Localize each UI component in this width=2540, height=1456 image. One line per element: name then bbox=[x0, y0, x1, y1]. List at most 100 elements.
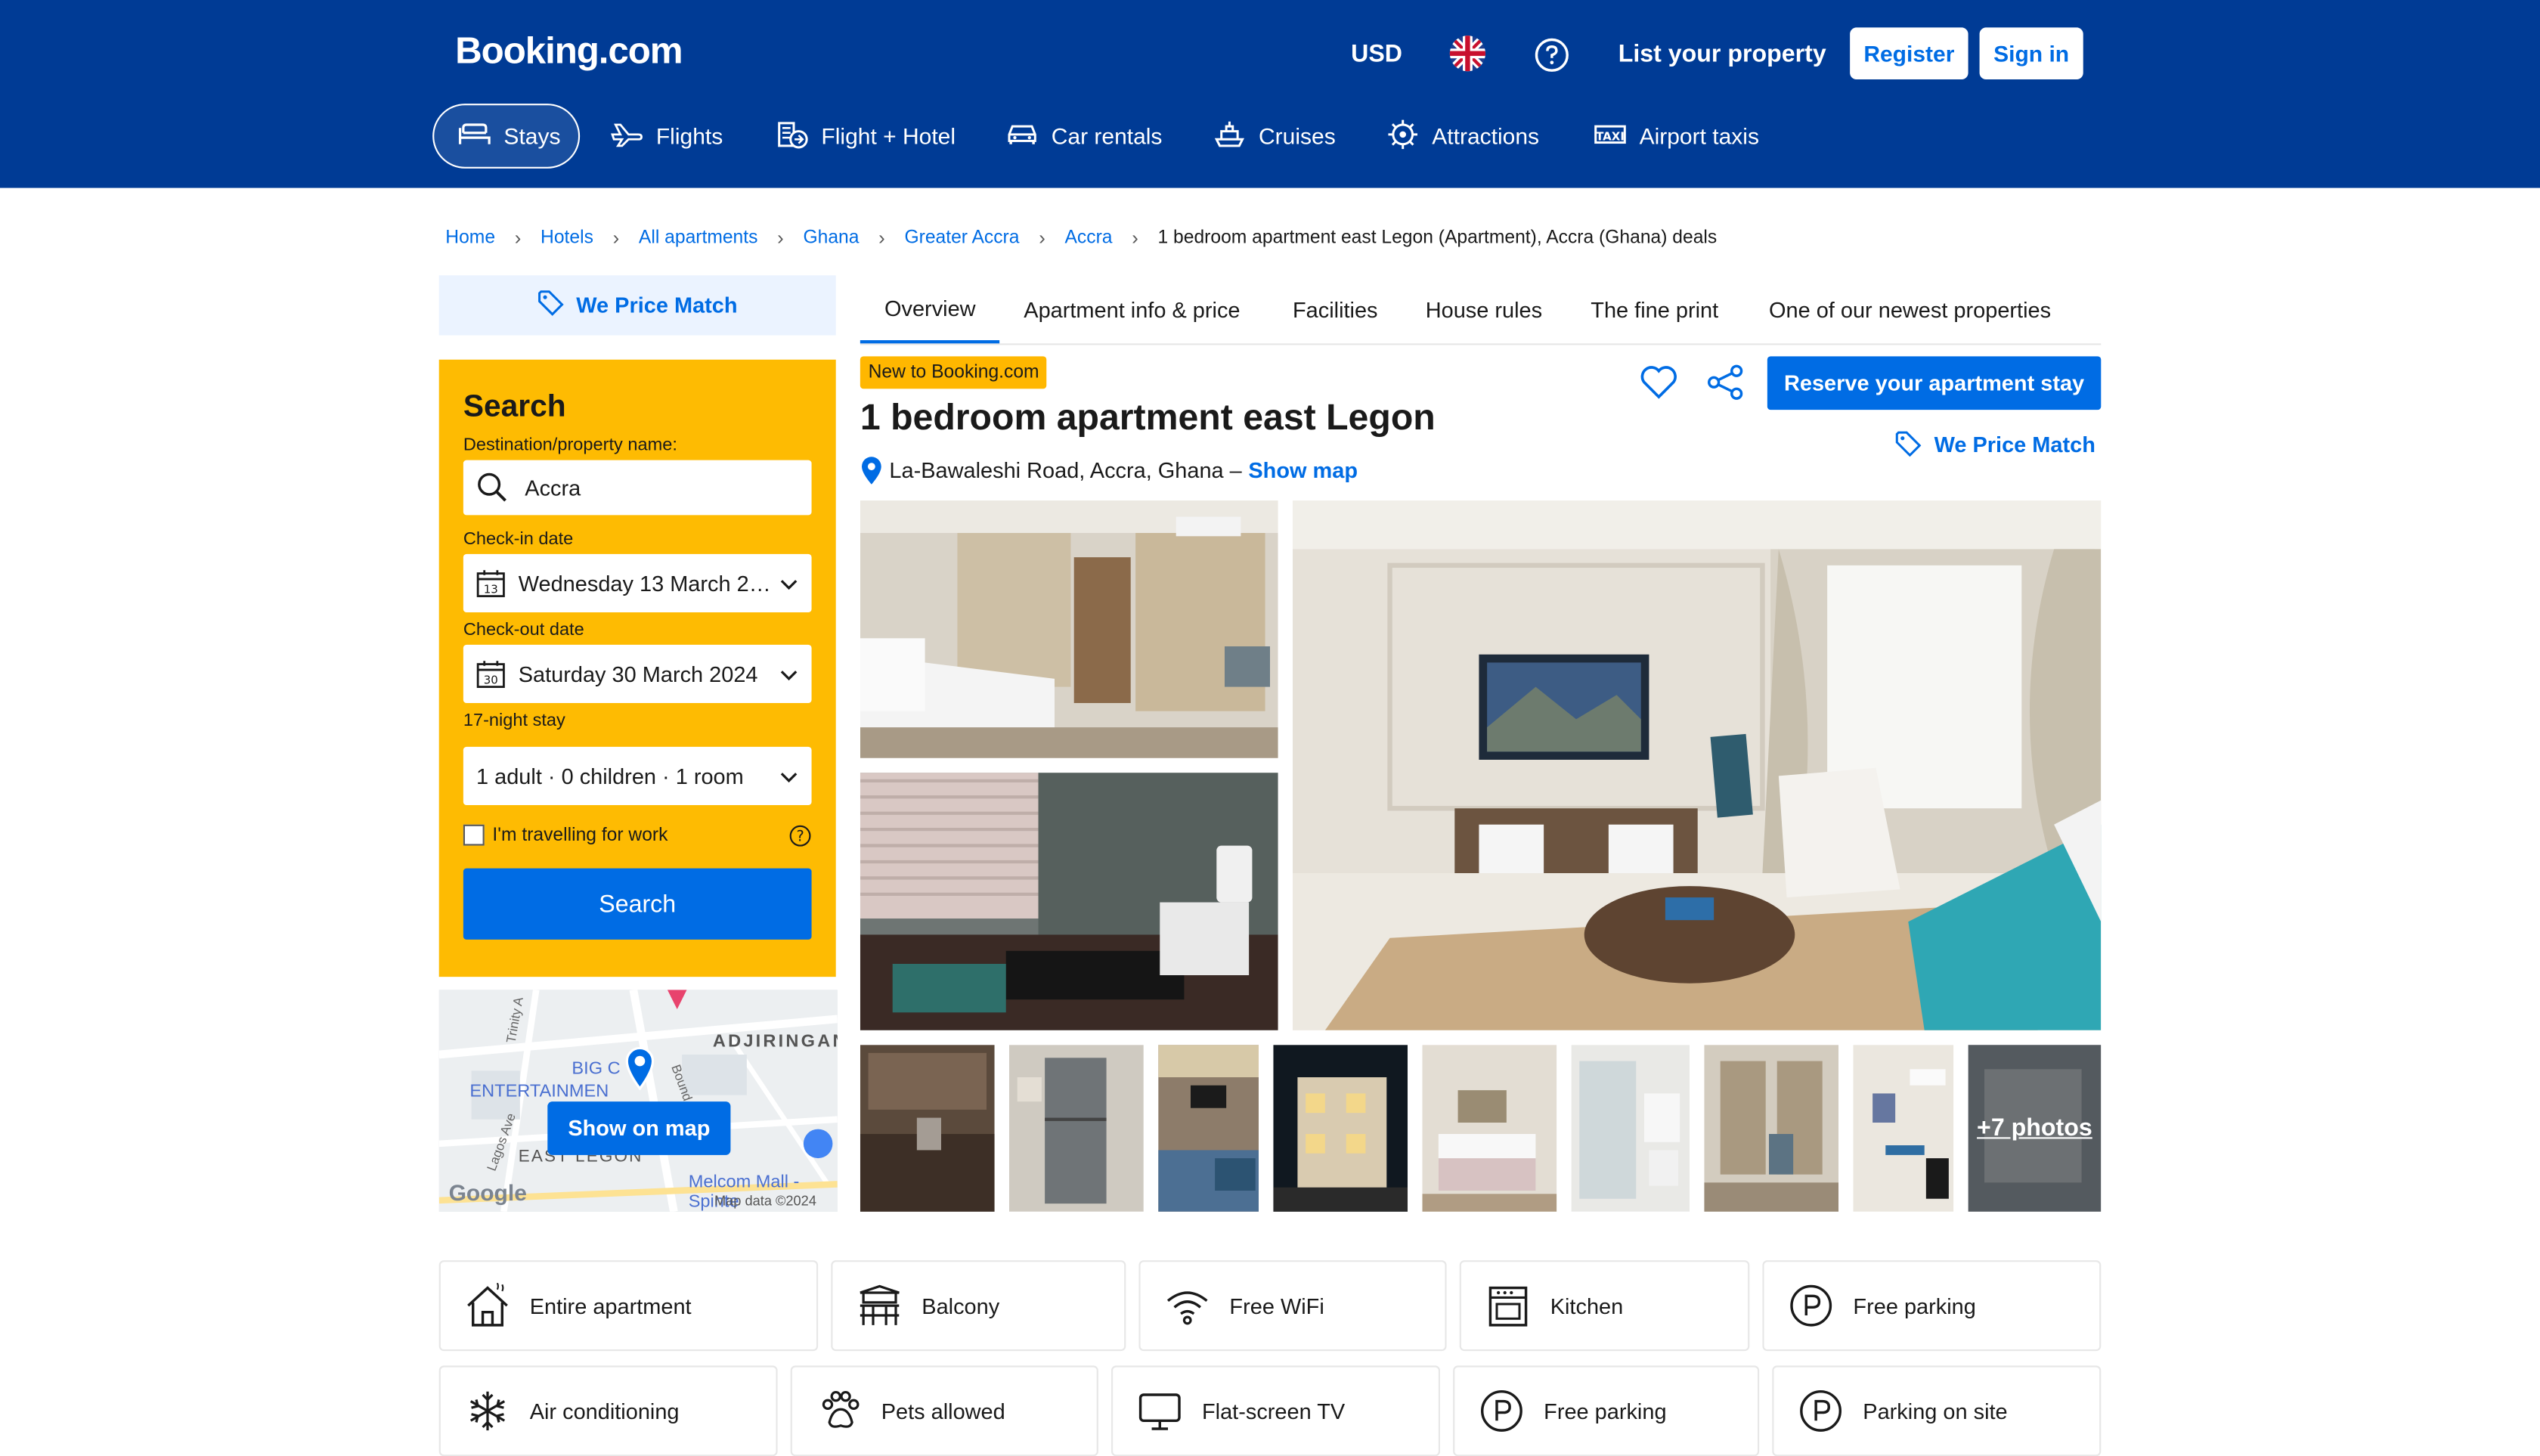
kitchen-icon bbox=[1485, 1283, 1531, 1328]
tab-house-rules[interactable]: House rules bbox=[1402, 275, 1567, 343]
register-button[interactable]: Register bbox=[1850, 27, 1968, 79]
sign-in-button[interactable]: Sign in bbox=[1979, 27, 2083, 79]
work-travel-checkbox[interactable] bbox=[463, 824, 485, 846]
tab-apartment-info-price[interactable]: Apartment info & price bbox=[999, 275, 1265, 343]
facility-item: Flat-screen TV bbox=[1111, 1365, 1440, 1456]
facility-label: Free WiFi bbox=[1229, 1293, 1324, 1318]
facility-label: Kitchen bbox=[1550, 1293, 1624, 1318]
breadcrumb-accra[interactable]: Accra bbox=[1064, 228, 1112, 248]
show-on-map-button[interactable]: Show on map bbox=[547, 1101, 731, 1155]
ship-icon bbox=[1213, 119, 1246, 153]
facility-label: Air conditioning bbox=[529, 1399, 680, 1423]
nav-attractions[interactable]: Attractions bbox=[1362, 104, 1563, 169]
price-match-link[interactable]: We Price Match bbox=[1895, 431, 2096, 457]
tab-newest-properties[interactable]: One of our newest properties bbox=[1745, 275, 2075, 343]
tv-icon bbox=[1137, 1388, 1182, 1433]
facility-item: Air conditioning bbox=[438, 1365, 778, 1456]
breadcrumb: Home › Hotels › All apartments › Ghana › Gre… bbox=[445, 227, 1717, 249]
photo-thumbnail[interactable] bbox=[1009, 1045, 1144, 1212]
svg-text:13: 13 bbox=[484, 582, 498, 596]
price-tag-icon bbox=[537, 290, 564, 321]
photo-thumbnail[interactable] bbox=[1704, 1045, 1839, 1212]
chevron-down-icon bbox=[779, 661, 799, 686]
stay-length: 17-night stay bbox=[463, 711, 565, 731]
breadcrumb-greater-accra[interactable]: Greater Accra bbox=[904, 228, 1019, 248]
parking-icon bbox=[1789, 1283, 1834, 1328]
photo-kitchen[interactable] bbox=[860, 773, 1278, 1030]
facility-label: Flat-screen TV bbox=[1202, 1399, 1346, 1423]
photo-thumbnail[interactable] bbox=[1158, 1045, 1259, 1212]
guests-selector[interactable]: 1 adult · 0 children · 1 room bbox=[463, 746, 812, 805]
nav-flights[interactable]: Flights bbox=[587, 104, 748, 169]
photo-thumbnail[interactable] bbox=[1422, 1045, 1557, 1212]
checkout-label: Check-out date bbox=[463, 620, 584, 640]
share-icon[interactable] bbox=[1705, 364, 1744, 408]
map-label: ENTERTAINMEN bbox=[469, 1082, 609, 1102]
photo-living-room[interactable] bbox=[1293, 500, 2102, 1030]
photo-thumbnail[interactable] bbox=[1571, 1045, 1690, 1212]
nav-car-rentals[interactable]: Car rentals bbox=[982, 104, 1187, 169]
checkout-date-field[interactable]: 30 Saturday 30 March 2024 bbox=[463, 644, 812, 703]
photo-bedroom[interactable] bbox=[860, 500, 1278, 758]
svg-text:30: 30 bbox=[484, 673, 498, 686]
parking-icon bbox=[1479, 1388, 1524, 1433]
bed-icon bbox=[458, 121, 491, 152]
show-map-link[interactable]: Show map bbox=[1248, 458, 1358, 482]
work-travel-option: I'm travelling for work bbox=[463, 824, 668, 846]
nav-flights-label: Flights bbox=[655, 122, 723, 150]
nav-flight-hotel[interactable]: Flight + Hotel bbox=[751, 104, 980, 169]
nav-stays[interactable]: Stays bbox=[432, 104, 581, 169]
breadcrumb-all-apartments[interactable]: All apartments bbox=[639, 228, 758, 248]
destination-input[interactable]: Accra bbox=[463, 460, 812, 516]
facility-item: Pets allowed bbox=[790, 1365, 1098, 1456]
chevron-down-icon bbox=[779, 571, 799, 595]
info-icon[interactable]: ? bbox=[789, 825, 812, 856]
map-pin-icon bbox=[624, 1045, 656, 1098]
facility-label: Balcony bbox=[922, 1293, 1000, 1318]
balcony-icon bbox=[857, 1283, 903, 1328]
google-logo: Google bbox=[448, 1179, 527, 1206]
new-property-badge: New to Booking.com bbox=[860, 356, 1048, 389]
photo-thumbnail[interactable] bbox=[860, 1045, 995, 1212]
tab-facilities[interactable]: Facilities bbox=[1268, 275, 1402, 343]
tab-overview[interactable]: Overview bbox=[860, 275, 1000, 344]
breadcrumb-home[interactable]: Home bbox=[445, 228, 495, 248]
booking-logo[interactable]: Booking.com bbox=[455, 29, 683, 73]
nav-airport-taxis[interactable]: TAXI Airport taxis bbox=[1569, 104, 1783, 169]
price-match-label: We Price Match bbox=[1934, 432, 2096, 457]
breadcrumb-ghana[interactable]: Ghana bbox=[803, 228, 859, 248]
calendar-icon: 30 bbox=[476, 659, 506, 689]
tab-fine-print[interactable]: The fine print bbox=[1566, 275, 1742, 343]
currency-selector[interactable]: USD bbox=[1351, 41, 1402, 68]
house-icon bbox=[465, 1283, 510, 1328]
uk-flag-icon[interactable] bbox=[1448, 34, 1487, 81]
facility-item: Free parking bbox=[1453, 1365, 1760, 1456]
nav-attractions-label: Attractions bbox=[1432, 122, 1540, 150]
search-button[interactable]: Search bbox=[463, 868, 812, 940]
photo-thumbnail[interactable] bbox=[1853, 1045, 1954, 1212]
list-property-link[interactable]: List your property bbox=[1618, 41, 1826, 68]
checkin-date-field[interactable]: 13 Wednesday 13 March 2… bbox=[463, 553, 812, 612]
guests-value: 1 adult · 0 children · 1 room bbox=[476, 764, 744, 788]
more-photos-thumbnail[interactable]: +7 photos bbox=[1968, 1045, 2102, 1212]
flight-hotel-icon bbox=[776, 119, 808, 153]
chevron-right-icon: › bbox=[878, 227, 885, 249]
photo-thumbnail[interactable] bbox=[1273, 1045, 1408, 1212]
map-preview[interactable]: ADJIRINGAN BIG C ENTERTAINMEN EAST LEGON… bbox=[438, 990, 838, 1212]
facility-label: Free parking bbox=[1544, 1399, 1667, 1423]
address-text: La-Bawaleshi Road, Accra, Ghana – bbox=[889, 458, 1242, 483]
facility-item: Kitchen bbox=[1459, 1260, 1750, 1352]
calendar-icon: 13 bbox=[476, 568, 506, 598]
price-match-banner[interactable]: We Price Match bbox=[438, 275, 836, 336]
paw-icon bbox=[816, 1388, 862, 1433]
breadcrumb-hotels[interactable]: Hotels bbox=[541, 228, 593, 248]
chevron-right-icon: › bbox=[514, 227, 522, 249]
top-header: Booking.com USD List your property Regis… bbox=[0, 0, 2540, 188]
help-icon[interactable] bbox=[1534, 37, 1569, 81]
nav-cruises[interactable]: Cruises bbox=[1189, 104, 1360, 169]
heart-icon[interactable] bbox=[1640, 364, 1678, 408]
map-attribution: Map data ©2024 bbox=[714, 1192, 816, 1209]
checkin-label: Check-in date bbox=[463, 529, 574, 550]
chevron-down-icon bbox=[779, 764, 799, 788]
reserve-button[interactable]: Reserve your apartment stay bbox=[1767, 356, 2102, 410]
